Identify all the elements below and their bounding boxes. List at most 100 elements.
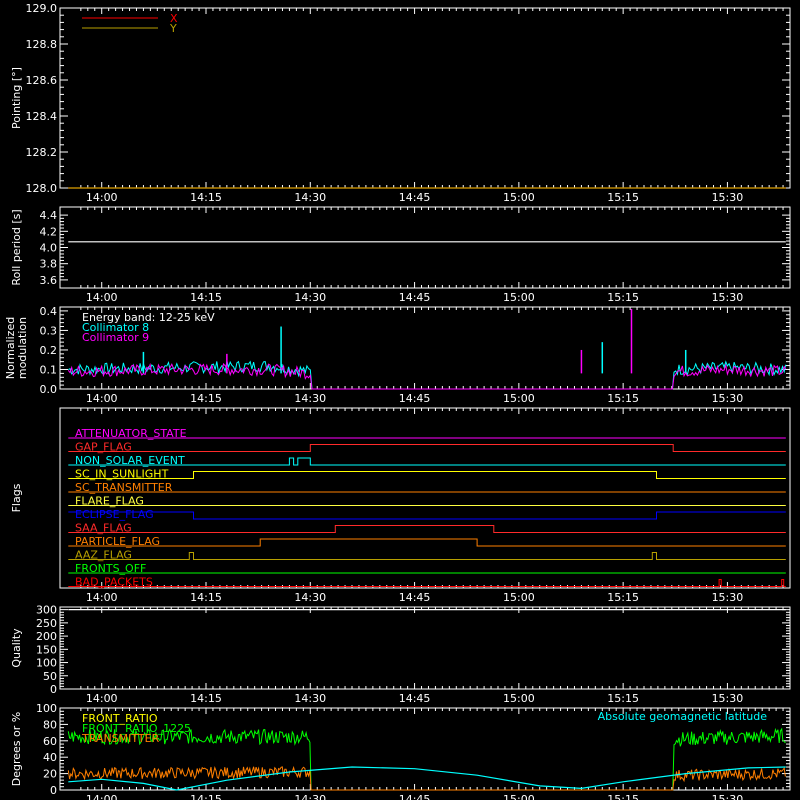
flag-label: GAP_FLAG [75,441,132,454]
flag-label: ATTENUATOR_STATE [75,427,187,440]
y-tick-label: 4.2 [40,225,58,238]
y-tick-label: 4.0 [40,242,58,255]
x-tick-label: 15:15 [607,291,639,304]
x-tick-label: 14:30 [294,191,326,204]
x-tick-label: 15:00 [503,291,535,304]
x-tick-label: 15:30 [712,291,744,304]
x-tick-label: 14:15 [190,291,222,304]
panel-3: 14:00 14:15 14:30 14:45 15:00 15:15 15:30 Flags… [10,407,791,604]
y-axis-label: Pointing [°] [10,67,23,129]
x-tick-label: 14:00 [86,793,118,800]
y-tick-label: 0.0 [40,383,58,396]
y-tick-label: 80 [43,718,57,731]
x-tick-label: 15:30 [712,392,744,405]
flag-label: FLARE_FLAG [75,495,144,508]
y-tick-label: 60 [43,735,57,748]
panel-frame [59,206,791,289]
y-axis-label: Flags [10,483,23,512]
flag-label: FRONTS_OFF [75,562,146,575]
y-axis-label: Degrees or % [10,712,23,786]
y-tick-label: 0.3 [40,324,58,337]
x-tick-label: 14:45 [399,793,431,800]
y-tick-label: 20 [43,768,57,781]
x-tick-label: 14:15 [190,191,222,204]
x-tick-label: 14:30 [294,291,326,304]
flag-line-particle_flag [68,538,786,547]
flag-label: NON_SOLAR_EVENT [75,454,185,467]
flag-label: AAZ_FLAG [75,549,132,562]
flag-label: SC_TRANSMITTER [75,481,173,494]
x-tick-label: 14:00 [86,392,118,405]
y-tick-label: 200 [36,630,57,643]
x-tick-label: 14:45 [399,191,431,204]
modulation-collimator-8 [68,360,787,390]
x-tick-label: 14:00 [86,692,118,705]
x-tick-label: 15:00 [503,793,535,800]
flag-line-bad_packets [68,579,786,587]
flag-line-eclipse_flag [68,511,786,520]
y-tick-label: 128.8 [26,38,58,51]
flag-label: SAA_FLAG [75,522,132,535]
x-tick-label: 15:15 [607,392,639,405]
x-tick-label: 15:30 [712,793,744,800]
x-tick-label: 14:30 [294,692,326,705]
x-tick-label: 14:30 [294,793,326,800]
panel-2: 14:00 14:15 14:30 14:45 15:00 15:15 15:30 0.0 0.… [4,305,791,405]
geomagnetic-annotation: Absolute geomagnetic latitude [598,710,768,723]
y-axis-label: Quality [10,628,23,668]
x-tick-label: 14:15 [190,591,222,604]
x-tick-label: 14:00 [86,191,118,204]
y-tick-label: 129.0 [26,2,58,15]
y-tick-label: 128.0 [26,182,58,195]
y-tick-label: 3.6 [40,274,58,287]
x-tick-label: 14:15 [190,392,222,405]
y-tick-label: 250 [36,617,57,630]
x-tick-label: 14:45 [399,291,431,304]
legend-label: Collimator 9 [82,331,149,344]
y-tick-label: 0 [50,683,57,696]
x-tick-label: 15:00 [503,692,535,705]
y-tick-label: 0.4 [40,305,58,318]
panel-0: 14:00 14:15 14:30 14:45 15:00 15:15 15:30 128.0… [10,2,791,204]
y-tick-label: 0.2 [40,344,58,357]
x-tick-label: 14:00 [86,591,118,604]
y-tick-label: 128.2 [26,146,58,159]
flag-line-sc_in_sunlight [68,471,786,479]
flag-line-saa_flag [68,525,786,533]
x-tick-label: 15:00 [503,191,535,204]
y-tick-label: 0.1 [40,363,58,376]
legend-label: Y [169,22,177,35]
flag-label: PARTICLE_FLAG [75,535,160,548]
flag-line-gap_flag [68,444,786,452]
y-tick-label: 0 [50,784,57,797]
x-tick-label: 15:15 [607,793,639,800]
x-tick-label: 15:30 [712,191,744,204]
x-tick-label: 14:30 [294,392,326,405]
x-tick-label: 15:15 [607,591,639,604]
y-tick-label: 100 [36,702,57,715]
y-tick-label: 300 [36,604,57,617]
x-tick-label: 15:15 [607,692,639,705]
y-tick-label: 50 [43,670,57,683]
figure: 14:00 14:15 14:30 14:45 15:00 15:15 15:30 128.0… [4,2,791,800]
panel-frame [59,7,791,189]
x-tick-label: 15:30 [712,692,744,705]
x-tick-label: 15:30 [712,591,744,604]
y-tick-label: 4.4 [40,209,58,222]
y-tick-label: 40 [43,751,57,764]
x-tick-label: 14:00 [86,291,118,304]
panel-frame [59,606,791,690]
y-tick-label: 128.6 [26,74,58,87]
x-tick-label: 15:00 [503,591,535,604]
x-tick-label: 14:45 [399,392,431,405]
x-tick-label: 14:45 [399,591,431,604]
flag-label: BAD_PACKETS [75,576,153,589]
geomagnetic-latitude-line [68,766,786,791]
panel-1: 14:00 14:15 14:30 14:45 15:00 15:15 15:30 3.6 3.… [10,206,791,304]
y-tick-label: 3.8 [40,258,58,271]
flag-line-aaz_flag [68,552,786,560]
y-tick-label: 150 [36,643,57,656]
x-tick-label: 15:00 [503,392,535,405]
legend-label: TRANSMITTER [81,732,160,745]
y-tick-label: 128.4 [26,110,58,123]
